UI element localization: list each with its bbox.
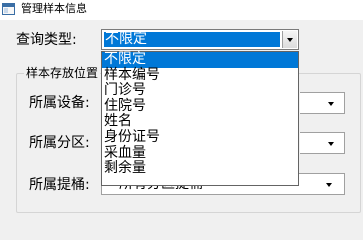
dropdown-option[interactable]: 姓名 <box>102 114 298 130</box>
window: 管理样本信息 查询类型: 不限定 样本存放位置 所属设备: 所属分区: 所属提桶… <box>0 0 363 213</box>
chevron-down-icon <box>328 142 334 146</box>
dropdown-option[interactable]: 门诊号 <box>102 83 298 99</box>
query-type-label: 查询类型: <box>16 32 77 48</box>
dropdown-option[interactable]: 住院号 <box>102 98 298 115</box>
dropdown-option[interactable]: 不限定 <box>102 51 298 68</box>
app-icon <box>2 3 15 15</box>
storage-location-group-title: 样本存放位置 <box>24 66 101 80</box>
dropdown-option[interactable]: 身份证号 <box>102 129 298 146</box>
chevron-down-icon <box>287 38 293 42</box>
device-combobox[interactable] <box>300 92 345 114</box>
dropdown-option[interactable]: 剩余量 <box>102 161 298 177</box>
dropdown-option[interactable]: 采血量 <box>102 145 298 162</box>
chevron-down-icon <box>328 102 334 106</box>
device-label: 所属设备: <box>29 95 90 111</box>
query-type-dropdown-button[interactable] <box>282 31 297 48</box>
query-type-value: 不限定 <box>104 32 280 47</box>
query-type-combobox[interactable]: 不限定 <box>101 29 299 50</box>
chevron-down-icon <box>326 183 332 187</box>
bucket-label: 所属提桶: <box>29 177 90 193</box>
dropdown-option[interactable]: 样本编号 <box>102 67 298 84</box>
window-title: 管理样本信息 <box>21 2 87 15</box>
zone-combobox[interactable] <box>300 132 345 154</box>
zone-label: 所属分区: <box>29 135 90 151</box>
title-bar: 管理样本信息 <box>0 0 363 20</box>
query-type-dropdown-list[interactable]: 不限定 样本编号 门诊号 住院号 姓名 身份证号 采血量 剩余量 <box>101 51 299 186</box>
